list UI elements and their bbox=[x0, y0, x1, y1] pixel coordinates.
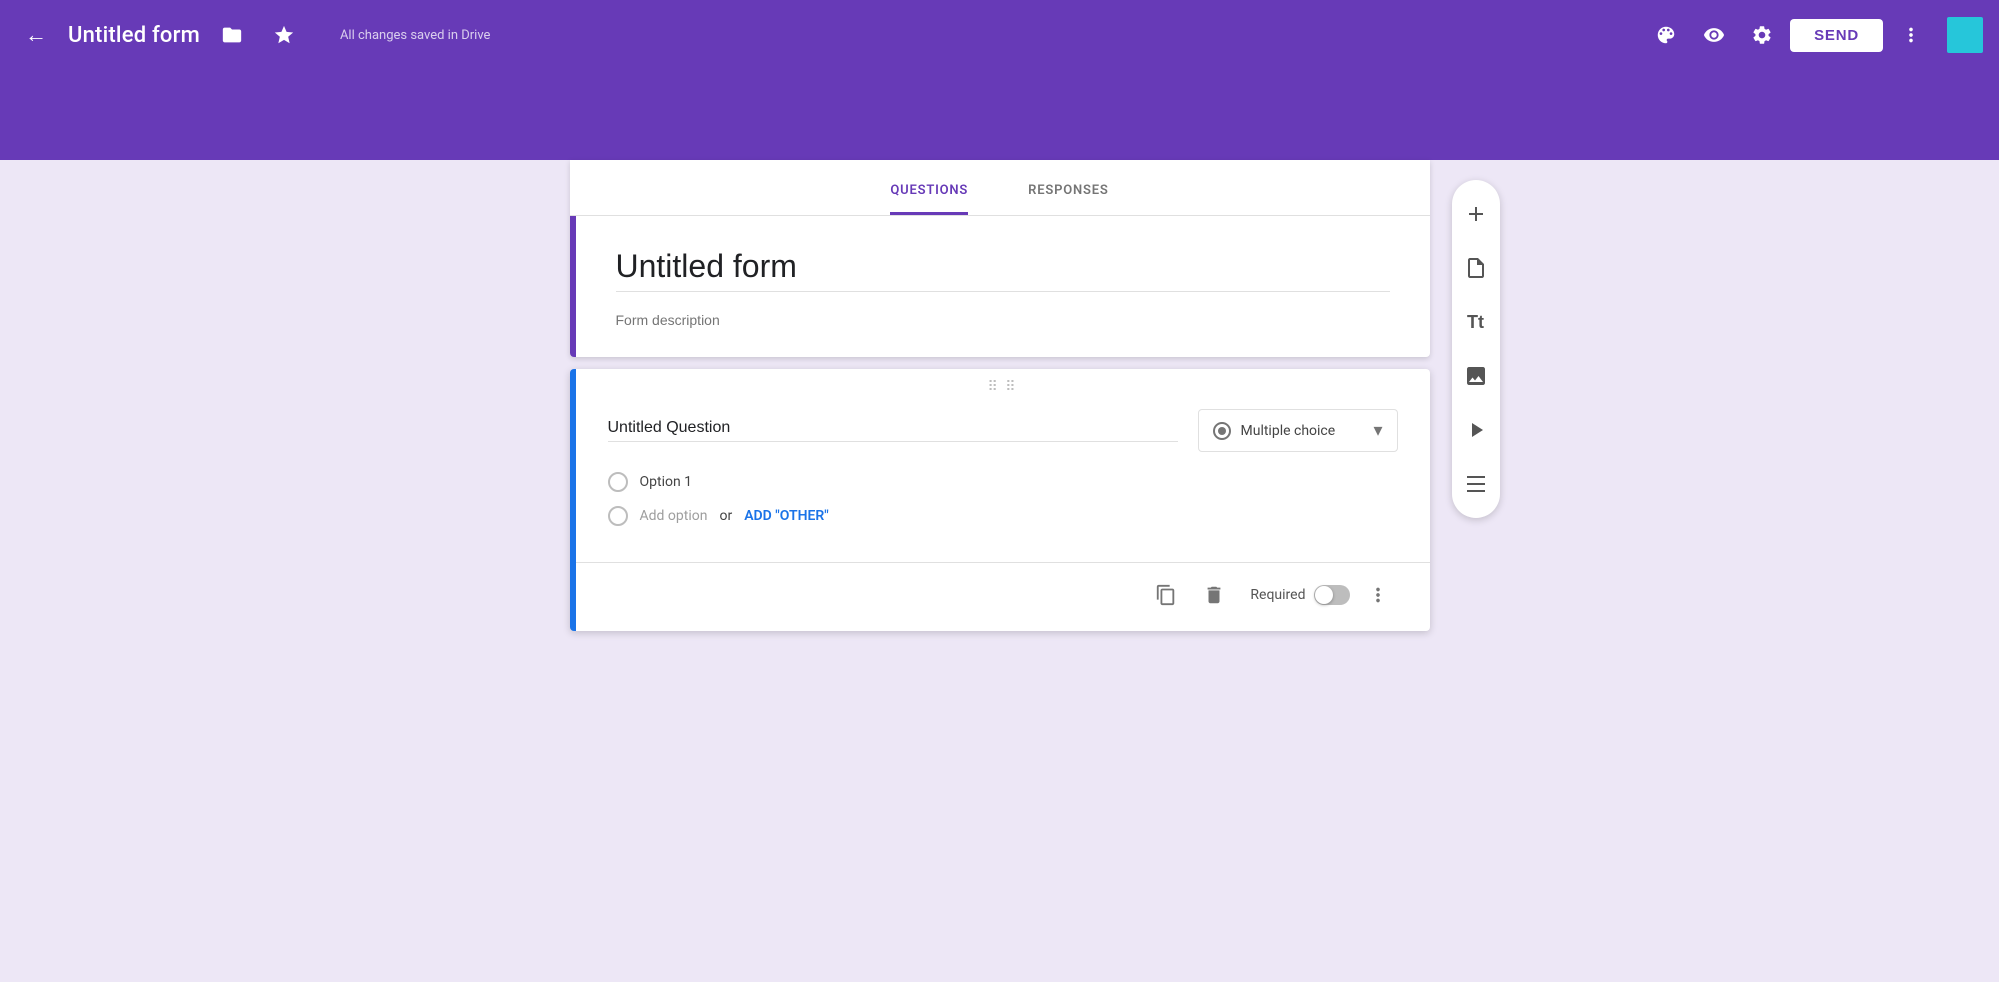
add-other-button[interactable]: ADD "OTHER" bbox=[744, 508, 829, 524]
tab-responses[interactable]: RESPONSES bbox=[1028, 183, 1108, 215]
delete-button[interactable] bbox=[1194, 575, 1234, 615]
save-status: All changes saved in Drive bbox=[340, 28, 491, 43]
required-label: Required bbox=[1250, 587, 1305, 603]
more-options-button[interactable] bbox=[1358, 575, 1398, 615]
add-section-button[interactable] bbox=[1452, 460, 1500, 508]
folder-button[interactable] bbox=[212, 15, 252, 55]
toggle-knob bbox=[1315, 586, 1333, 604]
delete-icon bbox=[1203, 584, 1225, 606]
question-top-row: Multiple choice ▾ bbox=[608, 409, 1398, 452]
add-title-desc-button[interactable] bbox=[1452, 244, 1500, 292]
back-icon: ← bbox=[25, 22, 47, 48]
palette-icon bbox=[1655, 24, 1677, 46]
gear-icon bbox=[1751, 24, 1773, 46]
form-title-nav: Untitled form bbox=[68, 23, 200, 48]
question-footer: Required bbox=[576, 562, 1430, 631]
question-card: ⠿ ⠿ Multiple choice ▾ Option 1 bbox=[570, 369, 1430, 631]
option-1-label: Option 1 bbox=[640, 474, 693, 490]
add-question-icon bbox=[1464, 202, 1488, 226]
nav-left: ← Untitled form All changes saved in Dri… bbox=[16, 15, 1646, 55]
back-button[interactable]: ← bbox=[16, 15, 56, 55]
radio-icon bbox=[1213, 422, 1231, 440]
add-question-button[interactable] bbox=[1452, 190, 1500, 238]
question-type-label: Multiple choice bbox=[1241, 423, 1336, 439]
eye-icon bbox=[1703, 24, 1725, 46]
question-body: Multiple choice ▾ Option 1 Add option or bbox=[576, 399, 1430, 562]
form-card: QUESTIONS RESPONSES bbox=[570, 160, 1430, 357]
add-image-button[interactable] bbox=[1452, 352, 1500, 400]
option-row-1: Option 1 bbox=[608, 472, 1398, 492]
radio-circle-1 bbox=[608, 472, 628, 492]
main-area: QUESTIONS RESPONSES ⠿ ⠿ Multiple c bbox=[0, 160, 1999, 860]
more-vert-icon bbox=[1900, 24, 1922, 46]
question-type-dropdown[interactable]: Multiple choice ▾ bbox=[1198, 409, 1398, 452]
add-option-label[interactable]: Add option bbox=[640, 508, 708, 524]
drag-handle[interactable]: ⠿ ⠿ bbox=[576, 369, 1430, 399]
image-icon bbox=[1464, 364, 1488, 388]
text-format-icon: Tt bbox=[1467, 312, 1484, 333]
palette-button[interactable] bbox=[1646, 15, 1686, 55]
radio-circle-add bbox=[608, 506, 628, 526]
option-row-add: Add option or ADD "OTHER" bbox=[608, 506, 1398, 526]
section-icon bbox=[1464, 472, 1488, 496]
form-title-input[interactable] bbox=[616, 248, 1390, 292]
send-button[interactable]: SEND bbox=[1790, 19, 1883, 52]
add-option-separator: or bbox=[719, 508, 732, 524]
form-description-input[interactable] bbox=[616, 312, 1390, 328]
add-video-button[interactable] bbox=[1452, 406, 1500, 454]
add-text-button[interactable]: Tt bbox=[1452, 298, 1500, 346]
star-icon bbox=[273, 24, 295, 46]
more-button[interactable] bbox=[1891, 15, 1931, 55]
folder-icon bbox=[221, 24, 243, 46]
dropdown-arrow-icon: ▾ bbox=[1373, 420, 1382, 441]
center-column: QUESTIONS RESPONSES ⠿ ⠿ Multiple c bbox=[570, 160, 1430, 860]
more-vert-question-icon bbox=[1367, 584, 1389, 606]
top-navigation: ← Untitled form All changes saved in Dri… bbox=[0, 0, 1999, 70]
form-header-section bbox=[570, 216, 1430, 357]
tab-questions[interactable]: QUESTIONS bbox=[890, 183, 968, 215]
nav-right: SEND bbox=[1646, 15, 1983, 55]
required-toggle-wrap[interactable] bbox=[1314, 585, 1350, 605]
add-title-icon bbox=[1464, 256, 1488, 280]
star-button[interactable] bbox=[264, 15, 304, 55]
required-toggle[interactable] bbox=[1314, 585, 1350, 605]
settings-button[interactable] bbox=[1742, 15, 1782, 55]
purple-band bbox=[0, 70, 1999, 160]
question-title-input[interactable] bbox=[608, 419, 1178, 442]
preview-button[interactable] bbox=[1694, 15, 1734, 55]
right-sidebar: Tt bbox=[1452, 180, 1500, 518]
duplicate-button[interactable] bbox=[1146, 575, 1186, 615]
copy-icon bbox=[1155, 584, 1177, 606]
form-tabs: QUESTIONS RESPONSES bbox=[570, 160, 1430, 216]
video-icon bbox=[1464, 418, 1488, 442]
user-avatar[interactable] bbox=[1947, 17, 1983, 53]
options-list: Option 1 Add option or ADD "OTHER" bbox=[608, 472, 1398, 526]
